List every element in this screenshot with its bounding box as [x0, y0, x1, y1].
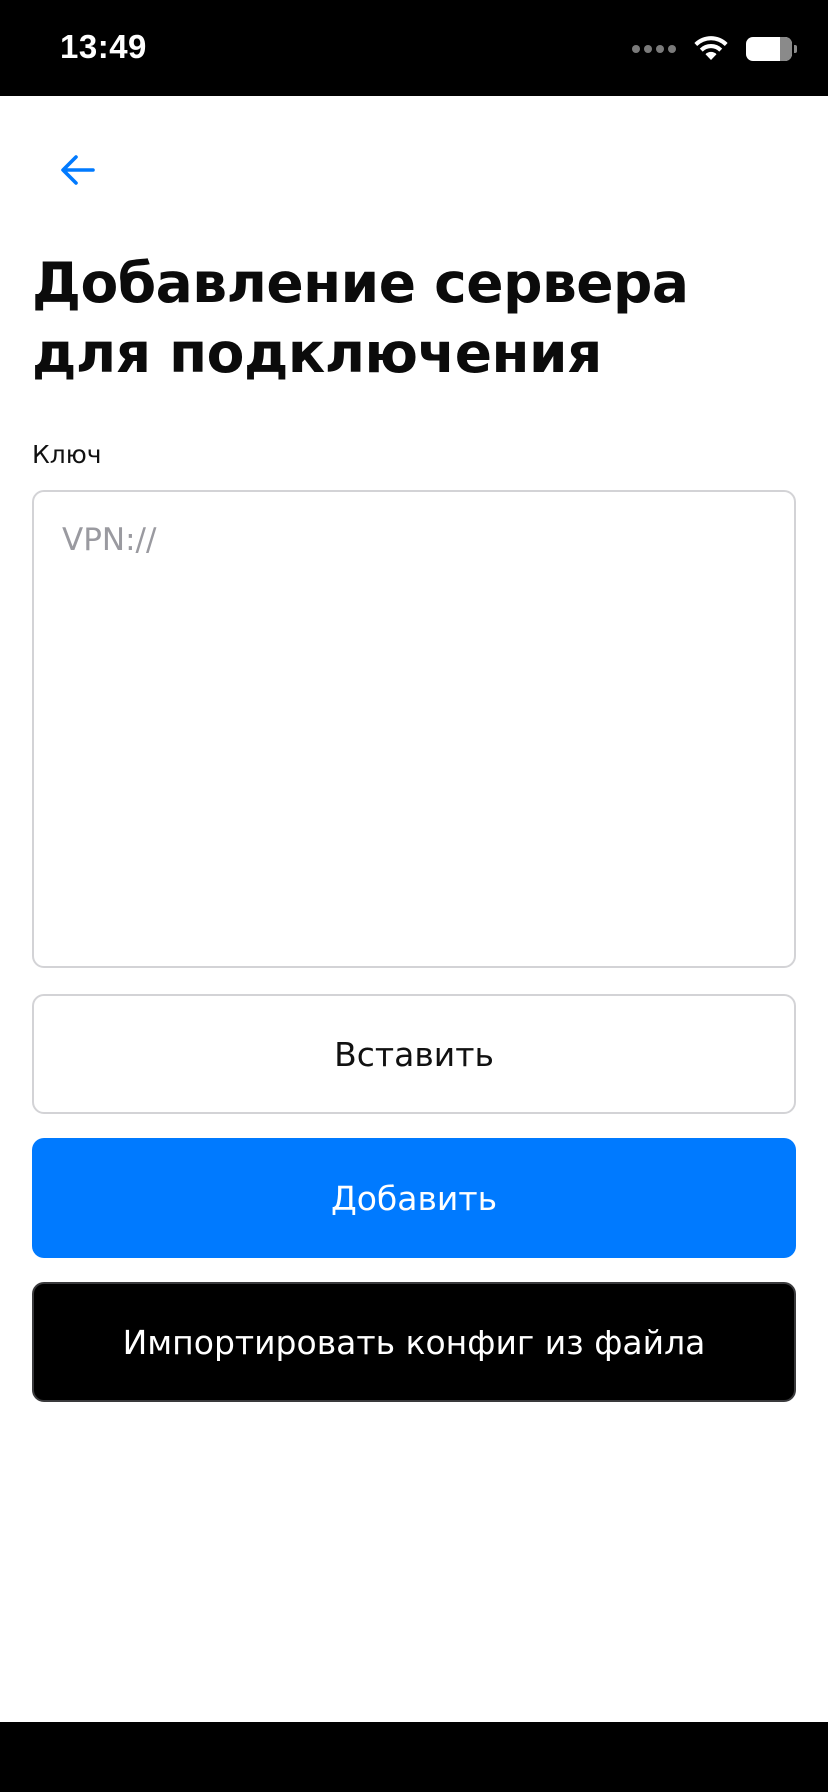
add-button[interactable]: Добавить	[32, 1138, 796, 1258]
cellular-signal-icon	[632, 45, 676, 53]
page-title: Добавление сервера для подключения	[32, 251, 689, 385]
paste-button[interactable]: Вставить	[32, 994, 796, 1114]
wifi-icon	[694, 36, 728, 60]
add-server-screen: 13:49 Добавление сервера для подключения…	[0, 0, 828, 1792]
key-field-label: Ключ	[32, 440, 102, 469]
battery-icon	[746, 37, 797, 61]
import-config-button[interactable]: Импортировать конфиг из файла	[32, 1282, 796, 1402]
status-icons	[632, 34, 797, 64]
status-time: 13:49	[60, 28, 147, 65]
back-button[interactable]	[46, 138, 110, 202]
arrow-left-icon	[61, 155, 95, 185]
key-input[interactable]	[32, 490, 796, 968]
status-bar: 13:49	[0, 0, 828, 96]
bottom-safe-area	[0, 1722, 828, 1792]
